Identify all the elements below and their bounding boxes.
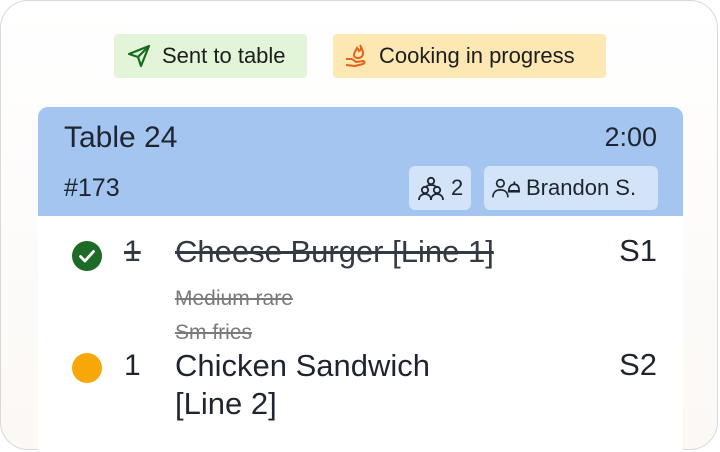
- order-timer: 2:00: [604, 122, 657, 152]
- ticket-header: Table 24 2:00 #173 2 Brandon S.: [38, 107, 683, 216]
- item-name: Chicken Sandwich: [175, 348, 431, 383]
- legend-chip-sent: Sent to table: [114, 34, 307, 78]
- item-name-line-2: [Line 2]: [175, 386, 277, 421]
- server-badge: Brandon S.: [484, 166, 658, 210]
- server-name: Brandon S.: [526, 175, 637, 200]
- flame-hand-icon: [343, 42, 371, 70]
- legend-cooking-label: Cooking in progress: [379, 43, 575, 68]
- item-name: Cheese Burger [Line 1]: [175, 234, 494, 269]
- item-modifier: Medium rare: [175, 287, 293, 310]
- cooking-status-dot: [72, 353, 102, 383]
- order-number: #173: [64, 174, 120, 202]
- server-icon: [492, 174, 520, 202]
- guest-count: 2: [451, 175, 464, 200]
- item-quantity: 1: [124, 349, 141, 382]
- status-legend: Sent to table Cooking in progress: [0, 34, 720, 78]
- order-ticket[interactable]: Table 24 2:00 #173 2 Brandon S. 1 Cheese…: [38, 107, 683, 452]
- item-seat: S1: [619, 233, 657, 268]
- guests-icon: [417, 174, 445, 202]
- done-check-icon: [72, 241, 102, 271]
- legend-sent-label: Sent to table: [162, 43, 286, 68]
- item-quantity: 1: [124, 235, 141, 268]
- guest-count-badge: 2: [409, 166, 471, 210]
- legend-chip-cooking: Cooking in progress: [333, 34, 606, 78]
- item-seat: S2: [619, 347, 657, 382]
- item-modifier: Sm fries: [175, 321, 253, 344]
- table-name: Table 24: [64, 121, 178, 154]
- paper-plane-icon: [126, 42, 154, 70]
